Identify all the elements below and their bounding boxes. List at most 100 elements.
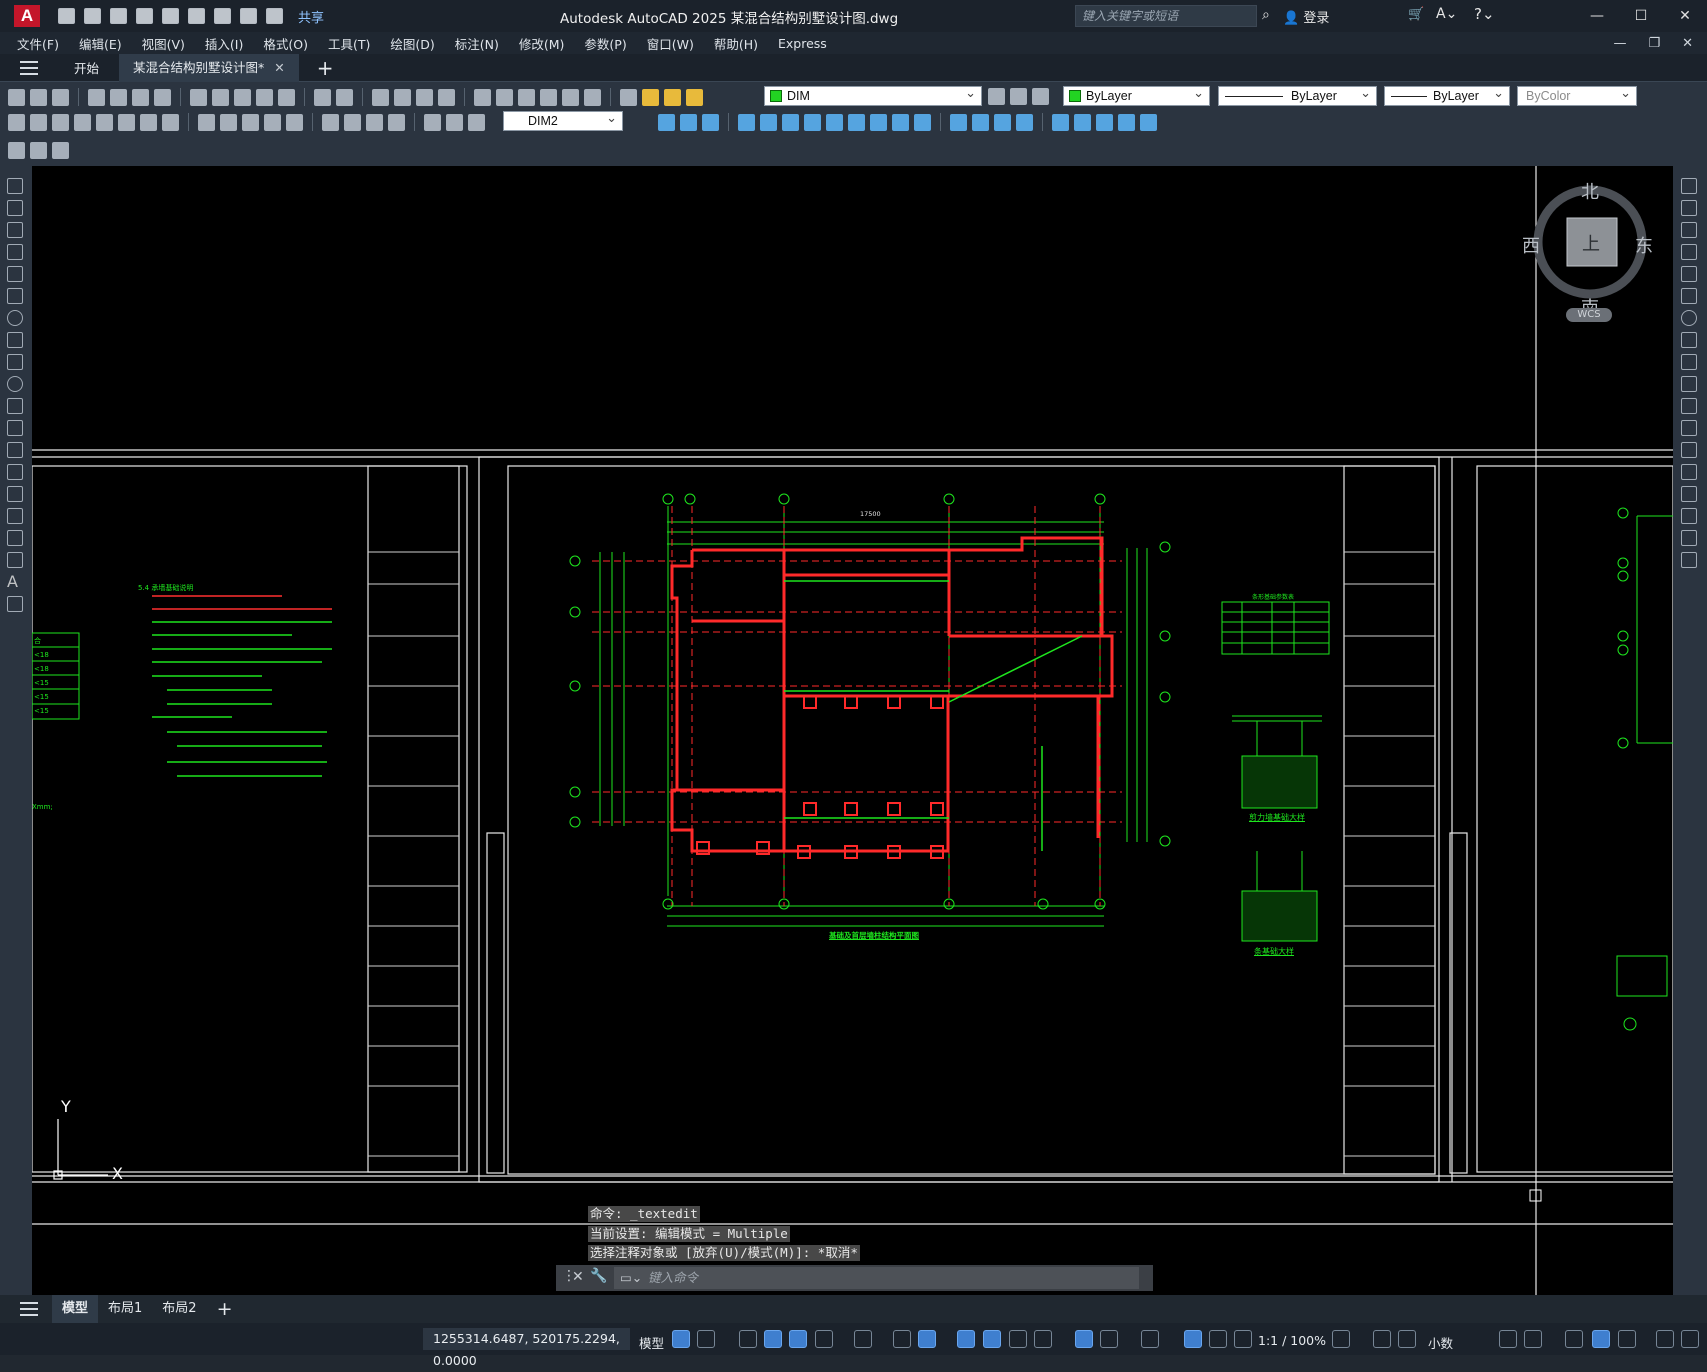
new-icon[interactable] — [58, 8, 75, 24]
layer-state-icon[interactable] — [1032, 88, 1049, 105]
dynamic-ucs-icon[interactable] — [1075, 1330, 1093, 1348]
ellipse-icon[interactable] — [7, 376, 23, 392]
spline-icon[interactable] — [7, 354, 23, 370]
section-plane-icon[interactable] — [1052, 113, 1069, 131]
properties-icon[interactable] — [474, 88, 491, 106]
fillet-icon[interactable] — [1681, 508, 1697, 524]
extrude-icon[interactable] — [738, 113, 755, 131]
union-icon[interactable] — [804, 113, 821, 131]
undo-icon[interactable] — [314, 88, 331, 106]
publish-icon[interactable] — [162, 8, 179, 24]
rectangle-icon[interactable] — [7, 266, 23, 282]
customization-icon[interactable] — [1681, 1330, 1699, 1348]
redo-icon[interactable] — [336, 88, 353, 106]
viewcube-north[interactable]: 北 — [1581, 178, 1599, 204]
save-as-icon[interactable] — [136, 8, 153, 24]
close-tab-icon[interactable]: ✕ — [274, 60, 284, 75]
dimstyle-dropdown[interactable]: DIM2 — [503, 109, 623, 131]
graphics-performance-icon[interactable] — [1592, 1330, 1610, 1348]
aligned-dim-icon[interactable] — [30, 113, 47, 131]
materials-icon[interactable] — [1140, 113, 1157, 131]
grid-toggle-icon[interactable] — [672, 1330, 690, 1348]
minimize-button[interactable]: — — [1575, 0, 1619, 32]
units-icon[interactable] — [1398, 1330, 1416, 1348]
explode-icon[interactable] — [1681, 552, 1697, 568]
color-dropdown[interactable]: ByLayer — [1063, 84, 1210, 106]
3dmove-icon[interactable] — [914, 113, 931, 131]
copy-object-icon[interactable] — [1681, 200, 1697, 216]
maximize-button[interactable]: ☐ — [1619, 0, 1663, 32]
menu-express[interactable]: Express — [778, 36, 827, 51]
quick-properties-icon[interactable] — [1499, 1330, 1517, 1348]
xline-icon[interactable] — [7, 200, 23, 216]
autocad-logo[interactable]: A — [14, 5, 40, 27]
undo-icon[interactable] — [240, 8, 257, 24]
chamfer-icon[interactable] — [1681, 486, 1697, 502]
3darray-icon[interactable] — [1016, 113, 1033, 131]
doc-minimize-button[interactable]: — — [1613, 36, 1626, 51]
snap-toggle-icon[interactable] — [697, 1330, 715, 1348]
doc-restore-button[interactable]: ❐ — [1648, 36, 1660, 51]
open-icon[interactable] — [30, 88, 47, 106]
paste-icon[interactable] — [234, 88, 251, 106]
viewcube-top-face[interactable]: 上 — [1582, 230, 1600, 256]
dim-edit-icon[interactable] — [424, 113, 441, 131]
dim-space-icon[interactable] — [264, 113, 281, 131]
3d-osnap-icon[interactable] — [1034, 1330, 1052, 1348]
polyline-icon[interactable] — [7, 222, 23, 238]
loft-icon[interactable] — [892, 113, 909, 131]
qnew-icon[interactable] — [8, 88, 25, 106]
point-icon[interactable] — [7, 464, 23, 480]
dim-break-icon[interactable] — [286, 113, 303, 131]
arc-icon[interactable] — [7, 288, 23, 304]
units-value[interactable]: 小数 — [1428, 1333, 1453, 1352]
annotation-visibility-icon[interactable] — [1184, 1330, 1202, 1348]
menu-draw[interactable]: 绘图(D) — [390, 34, 434, 53]
offset-icon[interactable] — [1681, 244, 1697, 260]
annotation-scale-value[interactable]: 1:1 / 100% — [1258, 1333, 1326, 1348]
login-button[interactable]: 👤 登录 — [1283, 7, 1329, 26]
isolate-objects-icon[interactable] — [1565, 1330, 1583, 1348]
publish-icon[interactable] — [132, 88, 149, 106]
search-icon[interactable]: ⌕ — [1262, 7, 1270, 23]
trim-icon[interactable] — [1681, 376, 1697, 392]
tab-start[interactable]: 开始 — [64, 58, 109, 77]
plotstyle-dropdown[interactable]: ByColor — [1517, 84, 1637, 106]
menu-insert[interactable]: 插入(I) — [205, 34, 243, 53]
move-icon[interactable] — [1681, 288, 1697, 304]
layer-freeze-icon[interactable] — [664, 88, 681, 106]
wcs-menu[interactable]: WCS — [1566, 308, 1612, 322]
layer-previous-icon[interactable] — [1010, 88, 1027, 105]
zoom-realtime-icon[interactable] — [394, 88, 411, 106]
markup-icon[interactable] — [52, 141, 69, 159]
selection-cycling-icon[interactable] — [1009, 1330, 1027, 1348]
clean-screen-icon[interactable] — [1618, 1330, 1636, 1348]
workspace-gear-icon[interactable] — [1332, 1330, 1350, 1348]
layer-lock-icon[interactable] — [686, 88, 703, 106]
baseline-dim-icon[interactable] — [220, 113, 237, 131]
revcloud-icon[interactable] — [7, 332, 23, 348]
coordinates-readout[interactable]: 1255314.6487, 520175.2294, 0.0000 — [423, 1328, 630, 1368]
menu-format[interactable]: 格式(O) — [263, 34, 308, 53]
cart-icon[interactable]: 🛒 — [1408, 7, 1424, 22]
save-icon[interactable] — [110, 8, 127, 24]
annotation-monitor-icon[interactable] — [1373, 1330, 1391, 1348]
menu-edit[interactable]: 编辑(E) — [79, 34, 122, 53]
annotation-scale-icon[interactable] — [1234, 1330, 1252, 1348]
fullscreen-icon[interactable] — [1656, 1330, 1674, 1348]
transparency-toggle-icon[interactable] — [983, 1330, 1001, 1348]
block-editor-icon[interactable] — [278, 88, 295, 106]
linear-dim-icon[interactable] — [8, 113, 25, 131]
infer-constraints-icon[interactable] — [739, 1330, 757, 1348]
ellipse-arc-icon[interactable] — [7, 398, 23, 414]
menu-help[interactable]: 帮助(H) — [714, 34, 758, 53]
revolve-icon[interactable] — [870, 113, 887, 131]
tab-active-drawing[interactable]: 某混合结构别墅设计图* ✕ — [119, 53, 299, 82]
new-tab-button[interactable]: + — [307, 56, 344, 80]
pan-icon[interactable] — [372, 88, 389, 106]
mtext-icon[interactable]: A — [7, 574, 23, 590]
radius-dim-icon[interactable] — [96, 113, 113, 131]
make-block-icon[interactable] — [7, 442, 23, 458]
zoom-previous-icon[interactable] — [438, 88, 455, 106]
stretch-icon[interactable] — [1681, 354, 1697, 370]
